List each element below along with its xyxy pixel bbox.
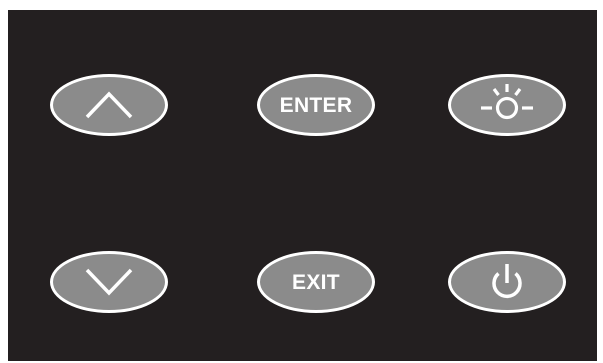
chevron-up-icon	[85, 91, 133, 119]
exit-button-label: EXIT	[292, 270, 340, 294]
brightness-button[interactable]	[448, 74, 566, 136]
exit-button[interactable]: EXIT	[257, 251, 375, 313]
enter-button[interactable]: ENTER	[257, 74, 375, 136]
power-button[interactable]	[448, 251, 566, 313]
down-button[interactable]	[50, 251, 168, 313]
enter-button-label: ENTER	[279, 93, 353, 117]
up-button[interactable]	[50, 74, 168, 136]
chevron-down-icon	[85, 268, 133, 296]
control-panel: ENTER EXIT	[8, 10, 597, 361]
power-icon	[492, 264, 522, 299]
brightness-icon	[481, 84, 533, 120]
